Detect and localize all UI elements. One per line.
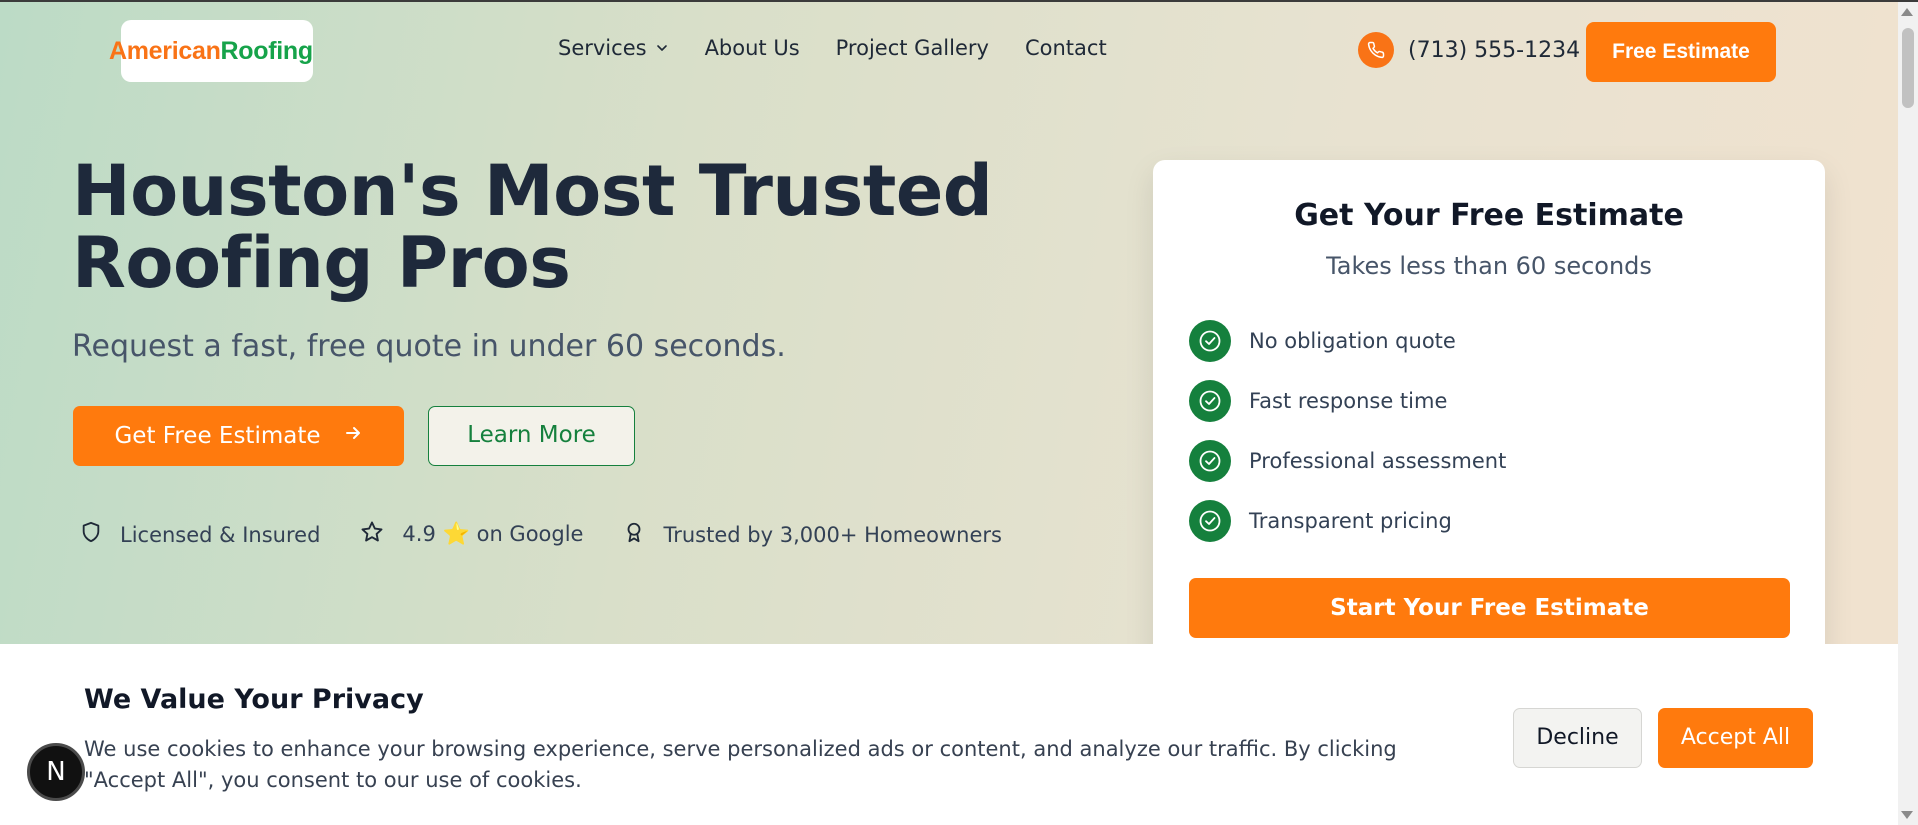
- nav-item-about-us[interactable]: About Us: [705, 36, 800, 60]
- scrollbar-thumb[interactable]: [1902, 28, 1914, 108]
- logo[interactable]: AmericanRoofing: [109, 20, 314, 82]
- arrow-right-icon: [343, 423, 363, 449]
- list-item: Fast response time: [1189, 380, 1506, 422]
- trust-licensed-label: Licensed & Insured: [120, 522, 321, 547]
- list-item: Professional assessment: [1189, 440, 1506, 482]
- list-item: No obligation quote: [1189, 320, 1506, 362]
- logo-text-roofing: Roofing: [220, 37, 314, 65]
- nav-item-services[interactable]: Services: [558, 36, 669, 60]
- trust-licensed: Licensed & Insured: [80, 520, 320, 549]
- logo-text-american: American: [109, 37, 221, 65]
- nav-item-label: Project Gallery: [835, 36, 989, 60]
- estimate-card-subtitle: Takes less than 60 seconds: [1326, 252, 1652, 280]
- hero-title-line2: Roofing Pros: [72, 222, 571, 304]
- rating-suffix: on Google: [476, 522, 584, 546]
- trust-homeowners: Trusted by 3,000+ Homeowners: [623, 520, 1002, 549]
- phone-number: (713) 555-1234: [1408, 37, 1581, 63]
- chevron-down-icon: [655, 36, 669, 60]
- shield-icon: [80, 520, 102, 549]
- scroll-up-arrow-icon[interactable]: [1901, 8, 1913, 16]
- check-circle-icon: [1189, 500, 1231, 542]
- rating-value: 4.9: [402, 522, 436, 546]
- feature-label: Fast response time: [1249, 389, 1448, 413]
- trust-badges: Licensed & Insured 4.9 ⭐ on Google Trust…: [80, 520, 1002, 549]
- check-circle-icon: [1189, 380, 1231, 422]
- cookie-banner: We Value Your Privacy We use cookies to …: [0, 644, 1898, 825]
- check-circle-icon: [1189, 440, 1231, 482]
- button-label: Get Free Estimate: [114, 423, 321, 449]
- nav-item-contact[interactable]: Contact: [1025, 36, 1107, 60]
- phone-link[interactable]: (713) 555-1234: [1358, 32, 1580, 68]
- trust-rating: 4.9 ⭐ on Google: [360, 520, 583, 549]
- phone-icon: [1358, 32, 1394, 68]
- dev-tools-badge[interactable]: N: [27, 743, 85, 801]
- hero-title-line1: Houston's Most Trusted: [72, 150, 993, 232]
- decline-button[interactable]: Decline: [1513, 708, 1642, 768]
- cookie-banner-title: We Value Your Privacy: [84, 684, 424, 715]
- rating-text: 4.9 ⭐ on Google: [402, 522, 583, 547]
- estimate-card-title: Get Your Free Estimate: [1294, 198, 1684, 233]
- scroll-down-arrow-icon[interactable]: [1901, 811, 1913, 819]
- feature-list: No obligation quote Fast response time P…: [1189, 320, 1506, 560]
- nav-item-label: Services: [558, 36, 647, 60]
- trust-homeowners-label: Trusted by 3,000+ Homeowners: [663, 522, 1002, 547]
- award-icon: [623, 520, 645, 549]
- main-nav: Services About Us Project Gallery Contac…: [558, 36, 1107, 60]
- cookie-banner-text: We use cookies to enhance your browsing …: [84, 737, 1397, 792]
- list-item: Transparent pricing: [1189, 500, 1506, 542]
- start-free-estimate-button[interactable]: Start Your Free Estimate: [1189, 578, 1790, 638]
- scrollbar[interactable]: [1898, 2, 1918, 825]
- page: AmericanRoofing Services About Us Projec…: [0, 2, 1898, 825]
- hero-title: Houston's Most Trusted Roofing Pros: [72, 155, 1072, 299]
- estimate-card: Get Your Free Estimate Takes less than 6…: [1153, 160, 1825, 680]
- nav-item-label: Contact: [1024, 36, 1107, 60]
- rating-star: ⭐: [442, 522, 470, 547]
- star-outline-icon: [360, 520, 384, 549]
- accept-all-button[interactable]: Accept All: [1658, 708, 1813, 768]
- feature-label: Transparent pricing: [1249, 509, 1452, 533]
- feature-label: Professional assessment: [1249, 449, 1507, 473]
- hero-subtitle: Request a fast, free quote in under 60 s…: [72, 329, 786, 364]
- nav-item-label: About Us: [704, 36, 800, 60]
- get-free-estimate-button[interactable]: Get Free Estimate: [73, 406, 404, 466]
- nav-item-project-gallery[interactable]: Project Gallery: [836, 36, 989, 60]
- header-free-estimate-button[interactable]: Free Estimate: [1586, 22, 1776, 82]
- learn-more-button[interactable]: Learn More: [428, 406, 635, 466]
- check-circle-icon: [1189, 320, 1231, 362]
- feature-label: No obligation quote: [1249, 329, 1456, 353]
